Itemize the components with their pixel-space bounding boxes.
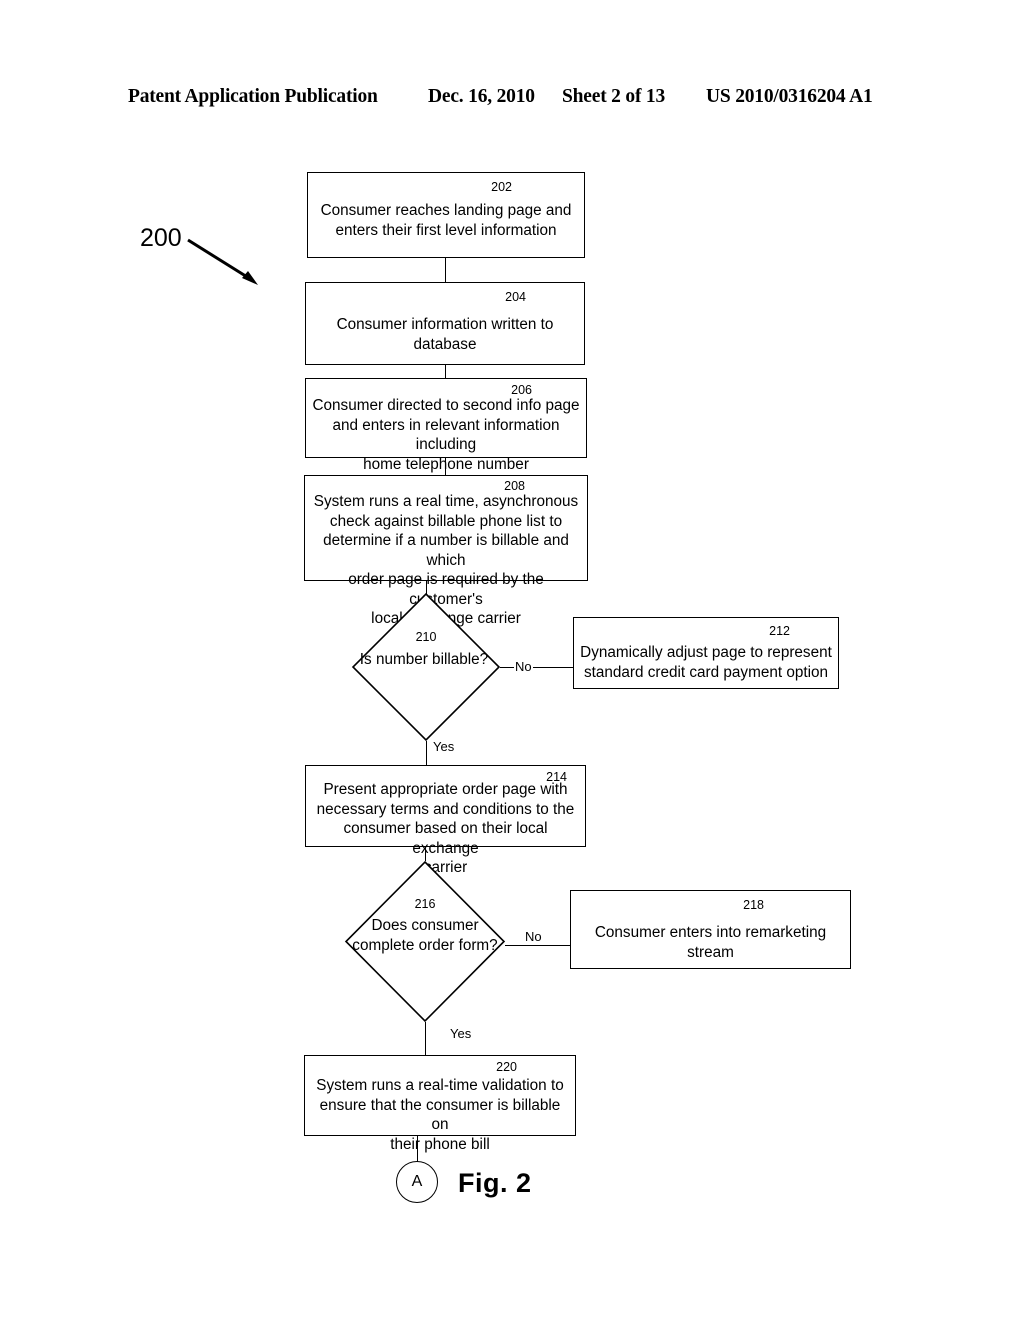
- node-210-text: Is number billable?: [359, 651, 489, 668]
- node-212-text: Dynamically adjust page to represent sta…: [580, 644, 832, 681]
- connector-210-yes-to-214: [426, 741, 427, 765]
- process-node-218[interactable]: 218 Consumer enters into remarketing str…: [570, 890, 851, 969]
- node-202-text: Consumer reaches landing page and enters…: [320, 202, 572, 239]
- connector-210-no-to-212: [500, 667, 573, 668]
- node-220-text: System runs a real-time validation to en…: [316, 1077, 564, 1153]
- process-node-212[interactable]: 212 Dynamically adjust page to represent…: [573, 617, 839, 689]
- node-218-text: Consumer enters into remarketing stream: [594, 924, 827, 961]
- node-216-text: Does consumer complete order form?: [352, 917, 498, 954]
- node-204-text: Consumer information written to database: [336, 316, 554, 353]
- connector-216-yes-to-220: [425, 1022, 426, 1055]
- decision-node-216[interactable]: 216 Does consumer complete order form?: [344, 860, 506, 1023]
- node-206-text: Consumer directed to second info page an…: [312, 397, 580, 473]
- connector-202-to-204: [445, 258, 446, 282]
- process-node-206[interactable]: 206 Consumer directed to second info pag…: [305, 378, 587, 473]
- figure-caption: Fig. 2: [458, 1168, 532, 1198]
- edge-label-216-no: No: [524, 929, 543, 944]
- offpage-connector-a[interactable]: A: [396, 1161, 438, 1203]
- flowchart-diagram: 200 No Yes No Yes 202 Consumer reaches l…: [0, 0, 1024, 1320]
- node-208-ref-number: 208: [504, 479, 525, 493]
- decision-node-210[interactable]: 210 Is number billable?: [351, 592, 501, 742]
- node-216-ref-number: 216: [414, 897, 436, 911]
- node-202-ref-number: 202: [491, 180, 512, 194]
- process-node-204[interactable]: 204 Consumer information written to data…: [305, 282, 585, 365]
- process-node-220[interactable]: 220 System runs a real-time validation t…: [304, 1055, 576, 1153]
- edge-label-210-no: No: [514, 659, 533, 674]
- lead-line-arrow-icon: [187, 238, 258, 285]
- edge-label-210-yes: Yes: [432, 739, 456, 754]
- connector-216-no-to-218: [505, 945, 570, 946]
- connector-204-to-206: [445, 365, 446, 378]
- node-210-ref-number: 210: [415, 630, 437, 644]
- edge-label-216-yes: Yes: [449, 1026, 473, 1041]
- diagram-reference-label: 200: [140, 224, 182, 252]
- process-node-208[interactable]: 208 System runs a real time, asynchronou…: [304, 475, 588, 627]
- node-206-ref-number: 206: [511, 383, 532, 397]
- node-218-ref-number: 218: [743, 898, 764, 912]
- node-204-ref-number: 204: [505, 290, 526, 304]
- node-220-ref-number: 220: [496, 1060, 517, 1074]
- process-node-214[interactable]: 214 Present appropriate order page with …: [305, 765, 586, 876]
- node-212-ref-number: 212: [769, 624, 790, 638]
- process-node-202[interactable]: 202 Consumer reaches landing page and en…: [307, 172, 585, 258]
